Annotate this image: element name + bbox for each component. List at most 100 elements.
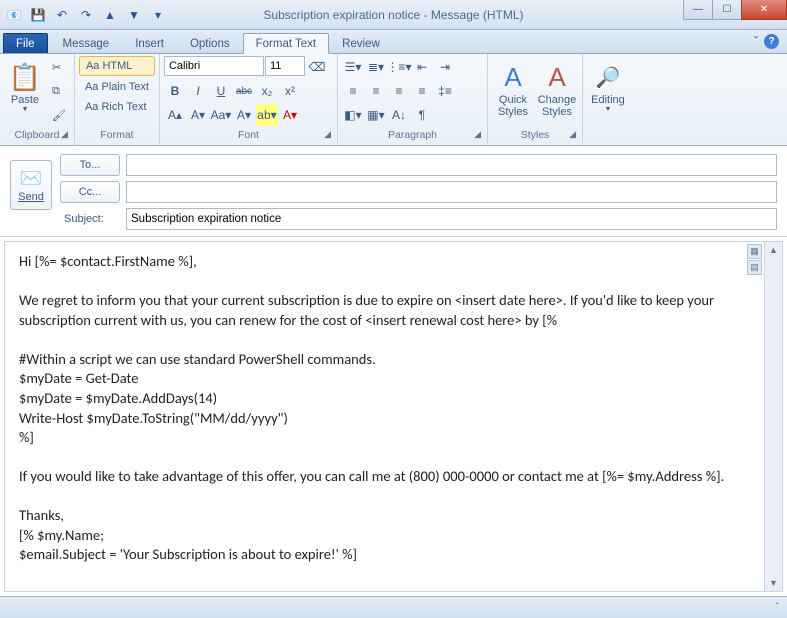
bullets-button[interactable]: ☰▾ <box>342 56 364 78</box>
window-controls: — ☐ ✕ <box>683 0 787 20</box>
sort-button[interactable]: A↓ <box>388 104 410 126</box>
cut-icon: ✂ <box>52 61 61 74</box>
cut-button[interactable]: ✂ <box>48 56 70 78</box>
tab-message[interactable]: Message <box>50 33 123 53</box>
subscript-button[interactable]: x₂ <box>256 80 278 102</box>
expand-pane-icon[interactable]: ˇ <box>776 602 779 613</box>
editing-button[interactable]: 🔎 Editing ▼ <box>587 56 629 117</box>
help-icon[interactable]: ? <box>764 34 779 49</box>
group-label-clipboard: Clipboard <box>15 129 60 141</box>
app-icon[interactable]: 📧 <box>4 5 24 25</box>
increase-indent-button[interactable]: ⇥ <box>434 56 456 78</box>
tab-review[interactable]: Review <box>329 33 393 53</box>
message-body[interactable]: Hi [%= $contact.FirstName %], We regret … <box>5 242 764 591</box>
show-marks-button[interactable]: ¶ <box>411 104 433 126</box>
justify-button[interactable]: ≡ <box>411 80 433 102</box>
clear-format-button[interactable]: ⌫ <box>306 56 328 78</box>
subject-label: Subject: <box>60 213 120 225</box>
copy-icon: ⧉ <box>52 85 60 98</box>
maximize-button[interactable]: ☐ <box>712 0 742 20</box>
to-field[interactable] <box>126 154 777 176</box>
chevron-down-icon: ▼ <box>605 106 612 113</box>
tab-options[interactable]: Options <box>177 33 243 53</box>
status-bar: ˇ <box>0 596 787 618</box>
highlight-button[interactable]: ab▾ <box>256 104 278 126</box>
ruler-toggles: ▦ ▤ <box>747 244 762 275</box>
bold-button[interactable]: B <box>164 80 186 102</box>
chevron-down-icon: ▼ <box>22 106 29 113</box>
text-effects-button[interactable]: A▾ <box>233 104 255 126</box>
group-editing: 🔎 Editing ▼ <box>583 54 633 145</box>
superscript-button[interactable]: x² <box>279 80 301 102</box>
ribbon: 📋 Paste ▼ ✂ ⧉ 🖌 Clipboard◢ Aa HTML Aa Pl… <box>0 54 787 146</box>
change-case-button[interactable]: Aa▾ <box>210 104 232 126</box>
vertical-scrollbar[interactable]: ▲ ▼ <box>764 242 782 591</box>
cc-field[interactable] <box>126 181 777 203</box>
quick-styles-button[interactable]: A Quick Styles <box>492 56 534 122</box>
copy-button[interactable]: ⧉ <box>48 80 70 102</box>
shrink-font-button[interactable]: A▾ <box>187 104 209 126</box>
save-icon[interactable]: 💾 <box>28 5 48 25</box>
group-styles: A Quick Styles A Change Styles Styles ◢ <box>488 54 583 145</box>
cc-button[interactable]: Cc... <box>60 181 120 203</box>
title-bar: 📧 💾 ↶ ↷ ▲ ▼ ▾ Subscription expiration no… <box>0 0 787 30</box>
font-color-button[interactable]: A▾ <box>279 104 301 126</box>
shading-button[interactable]: ◧▾ <box>342 104 364 126</box>
ruler2-icon[interactable]: ▤ <box>747 260 762 275</box>
qat-customize-icon[interactable]: ▾ <box>148 5 168 25</box>
italic-button[interactable]: I <box>187 80 209 102</box>
group-label-paragraph: Paragraph <box>388 129 437 141</box>
font-size-select[interactable] <box>265 56 305 76</box>
align-right-button[interactable]: ≡ <box>388 80 410 102</box>
group-label-format: Format <box>100 129 133 141</box>
format-plain-button[interactable]: Aa Plain Text <box>79 78 155 96</box>
paste-icon: 📋 <box>9 60 41 94</box>
format-html-button[interactable]: Aa HTML <box>79 56 155 76</box>
font-name-select[interactable] <box>164 56 264 76</box>
numbering-button[interactable]: ≣▾ <box>365 56 387 78</box>
group-label-font: Font <box>238 129 259 141</box>
group-paragraph: ☰▾ ≣▾ ⋮≡▾ ⇤ ⇥ ≡ ≡ ≡ ≡ ‡≡ ◧▾ ▦▾ A↓ ¶ Para… <box>338 54 488 145</box>
prev-item-icon[interactable]: ▲ <box>100 5 120 25</box>
format-painter-button[interactable]: 🖌 <box>48 104 70 126</box>
redo-icon[interactable]: ↷ <box>76 5 96 25</box>
format-rich-button[interactable]: Aa Rich Text <box>79 98 155 116</box>
close-button[interactable]: ✕ <box>741 0 787 20</box>
scroll-up-icon[interactable]: ▲ <box>769 242 778 258</box>
clipboard-dialog-launcher-icon[interactable]: ◢ <box>61 129 68 140</box>
group-label-styles: Styles <box>521 129 550 141</box>
next-item-icon[interactable]: ▼ <box>124 5 144 25</box>
strike-button[interactable]: abc <box>233 80 255 102</box>
undo-icon[interactable]: ↶ <box>52 5 72 25</box>
quick-access-toolbar: 📧 💾 ↶ ↷ ▲ ▼ ▾ <box>4 5 168 25</box>
align-center-button[interactable]: ≡ <box>365 80 387 102</box>
tab-format-text[interactable]: Format Text <box>243 33 330 54</box>
scroll-down-icon[interactable]: ▼ <box>769 575 778 591</box>
tab-file[interactable]: File <box>3 33 48 53</box>
styles-dialog-launcher-icon[interactable]: ◢ <box>569 129 576 140</box>
multilevel-button[interactable]: ⋮≡▾ <box>388 56 410 78</box>
grow-font-button[interactable]: A▴ <box>164 104 186 126</box>
change-styles-icon: A <box>548 60 565 94</box>
change-styles-button[interactable]: A Change Styles <box>536 56 578 122</box>
send-button[interactable]: ✉️ Send <box>10 160 52 210</box>
quick-styles-icon: A <box>504 60 521 94</box>
ruler-icon[interactable]: ▦ <box>747 244 762 259</box>
envelope-icon: ✉️ <box>20 168 42 189</box>
paste-button[interactable]: 📋 Paste ▼ <box>4 56 46 117</box>
align-left-button[interactable]: ≡ <box>342 80 364 102</box>
tab-insert[interactable]: Insert <box>122 33 177 53</box>
decrease-indent-button[interactable]: ⇤ <box>411 56 433 78</box>
paragraph-dialog-launcher-icon[interactable]: ◢ <box>474 129 481 140</box>
compose-header: ✉️ Send To... Cc... Subject: <box>0 146 787 237</box>
minimize-ribbon-icon[interactable]: ˇ <box>754 34 758 49</box>
to-button[interactable]: To... <box>60 154 120 176</box>
find-icon: 🔎 <box>596 60 621 94</box>
brush-icon: 🖌 <box>52 109 66 122</box>
borders-button[interactable]: ▦▾ <box>365 104 387 126</box>
font-dialog-launcher-icon[interactable]: ◢ <box>324 129 331 140</box>
line-spacing-button[interactable]: ‡≡ <box>434 80 456 102</box>
minimize-button[interactable]: — <box>683 0 713 20</box>
subject-field[interactable] <box>126 208 777 230</box>
underline-button[interactable]: U <box>210 80 232 102</box>
